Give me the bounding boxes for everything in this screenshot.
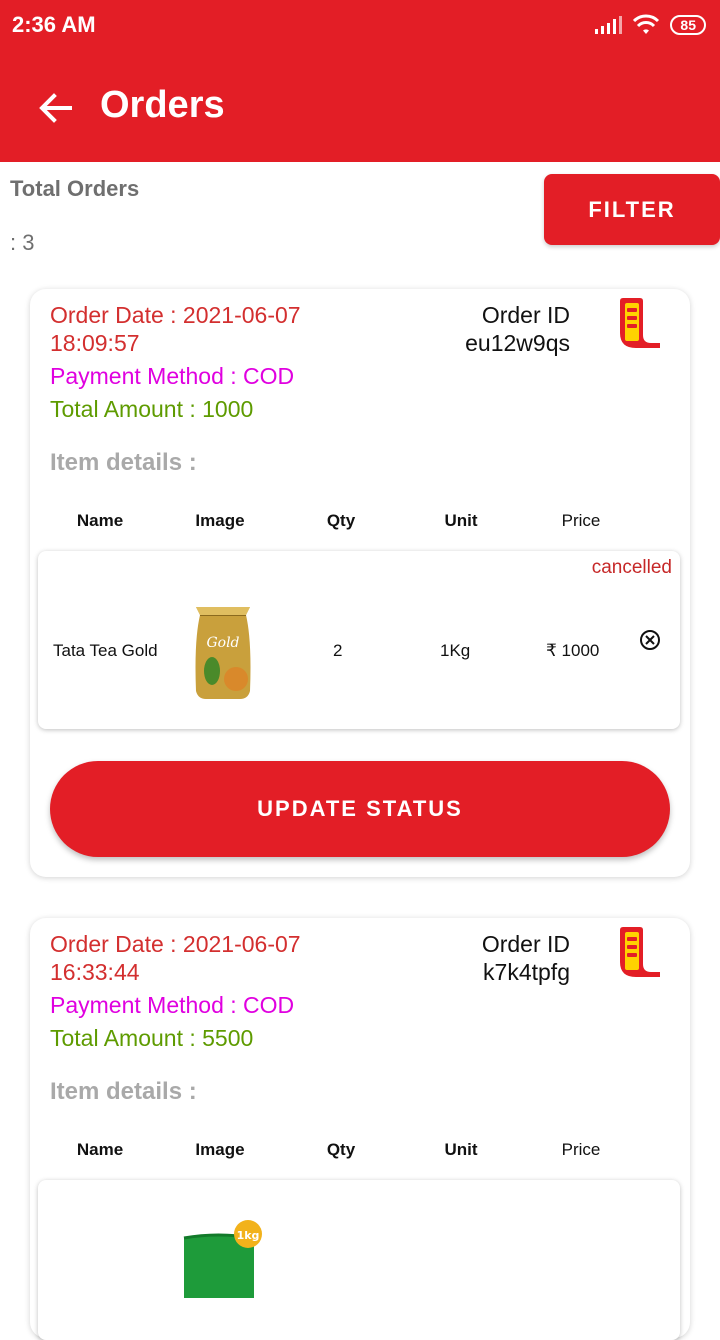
order-item-row: cancelled Tata Tea Gold Gold 2 1Kg ₹ 100… [38, 551, 680, 729]
item-name: Tata Tea Gold [53, 641, 158, 660]
product-image: 1kg [183, 1220, 262, 1298]
item-status: cancelled [591, 557, 672, 578]
col-header-image: Image [195, 1140, 245, 1159]
total-orders-label: Total Orders [10, 176, 140, 201]
battery-indicator: 85 [670, 15, 706, 35]
total-orders-count: : 3 [10, 230, 35, 255]
store-logo-icon [620, 298, 660, 348]
item-price: ₹ 1000 [546, 641, 600, 660]
order-id: Order ID eu12w9qs [370, 301, 570, 357]
signal-icon [595, 16, 623, 34]
col-header-price: Price [561, 511, 601, 530]
order-item-row: 1kg [38, 1180, 680, 1340]
col-header-name: Name [76, 511, 124, 530]
col-header-unit: Unit [444, 511, 478, 530]
order-date: Order Date : 2021-06-07 18:09:57 [50, 301, 301, 357]
item-details-label: Item details : [50, 1078, 197, 1105]
order-id-value: eu12w9qs [465, 330, 570, 356]
order-date-line: Order Date : 2021-06-07 [50, 302, 301, 328]
filter-button[interactable]: FILTER [544, 174, 720, 245]
order-id: Order ID k7k4tpfg [370, 930, 570, 986]
product-image-label: 1kg [237, 1229, 260, 1242]
col-header-unit: Unit [444, 1140, 478, 1159]
item-details-label: Item details : [50, 449, 197, 476]
product-image-label: Gold [206, 635, 239, 651]
col-header-qty: Qty [326, 511, 356, 530]
store-logo-icon [620, 927, 660, 977]
payment-method: Payment Method : COD [50, 992, 295, 1018]
col-header-name: Name [76, 1140, 124, 1159]
order-id-label: Order ID [481, 931, 570, 957]
col-header-price: Price [561, 1140, 601, 1159]
order-id-value: k7k4tpfg [483, 959, 570, 985]
item-unit: 1Kg [440, 641, 471, 660]
col-header-image: Image [195, 511, 245, 530]
wifi-icon [633, 14, 660, 34]
cancel-item-icon[interactable] [639, 629, 661, 651]
payment-method: Payment Method : COD [50, 363, 295, 389]
total-amount: Total Amount : 5500 [50, 1025, 254, 1051]
app-bar: 2:36 AM 85 Orders [0, 0, 720, 162]
order-date-line: Order Date : 2021-06-07 [50, 931, 301, 957]
back-arrow-icon[interactable] [36, 88, 76, 128]
order-time-line: 18:09:57 [50, 330, 140, 356]
order-date: Order Date : 2021-06-07 16:33:44 [50, 930, 301, 986]
order-id-label: Order ID [481, 302, 570, 328]
order-card: Order Date : 2021-06-07 18:09:57 Payment… [30, 289, 690, 877]
status-icons: 85 [594, 14, 706, 36]
item-qty: 2 [333, 641, 343, 660]
status-time: 2:36 AM [12, 12, 96, 37]
total-amount: Total Amount : 1000 [50, 396, 254, 422]
col-header-qty: Qty [326, 1140, 356, 1159]
page-title: Orders [100, 84, 225, 126]
product-image: Gold [195, 607, 251, 699]
order-card: Order Date : 2021-06-07 16:33:44 Payment… [30, 918, 690, 1340]
order-time-line: 16:33:44 [50, 959, 140, 985]
update-status-button[interactable]: UPDATE STATUS [50, 761, 670, 857]
